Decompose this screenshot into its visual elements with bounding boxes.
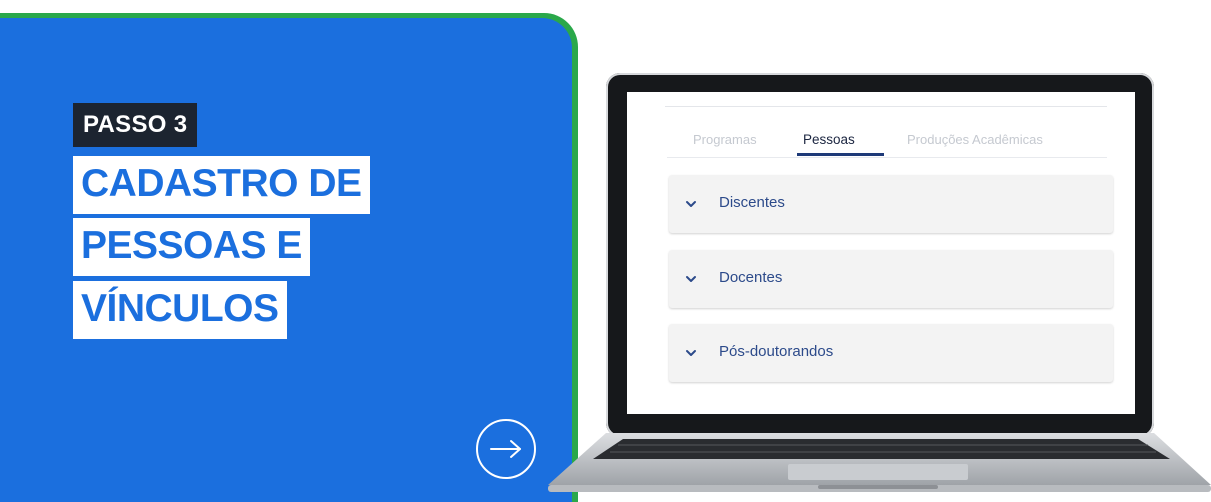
arrow-right-icon <box>490 440 521 458</box>
accordion-docentes[interactable]: Docentes <box>669 250 1113 308</box>
title-line-3: VÍNCULOS <box>73 281 287 339</box>
accordion-pos-doutorandos[interactable]: Pós-doutorandos <box>669 324 1113 382</box>
tab-bar: Programas Pessoas Produções Acadêmicas <box>671 132 1107 160</box>
chevron-down-icon <box>686 350 696 356</box>
laptop-base <box>548 433 1211 497</box>
chevron-down-icon <box>686 276 696 282</box>
next-button[interactable] <box>476 419 536 479</box>
tab-divider <box>667 157 1107 158</box>
tab-pessoas[interactable]: Pessoas <box>803 132 855 147</box>
tab-producoes-academicas[interactable]: Produções Acadêmicas <box>907 132 1043 147</box>
accordion-discentes[interactable]: Discentes <box>669 175 1113 233</box>
accordion-label: Discentes <box>719 194 785 211</box>
title-line-2: PESSOAS E <box>73 218 310 276</box>
accordion-label: Pós-doutorandos <box>719 343 834 360</box>
title-line-1: CADASTRO DE <box>73 156 370 214</box>
active-tab-indicator <box>797 153 884 156</box>
step-label: PASSO 3 <box>73 103 198 147</box>
laptop-keyboard-deck <box>548 433 1211 492</box>
tab-programas[interactable]: Programas <box>693 132 757 147</box>
laptop-screen: Programas Pessoas Produções Acadêmicas D… <box>627 92 1135 414</box>
top-divider <box>665 106 1107 107</box>
chevron-down-icon <box>686 201 696 207</box>
accordion-label: Docentes <box>719 269 783 286</box>
